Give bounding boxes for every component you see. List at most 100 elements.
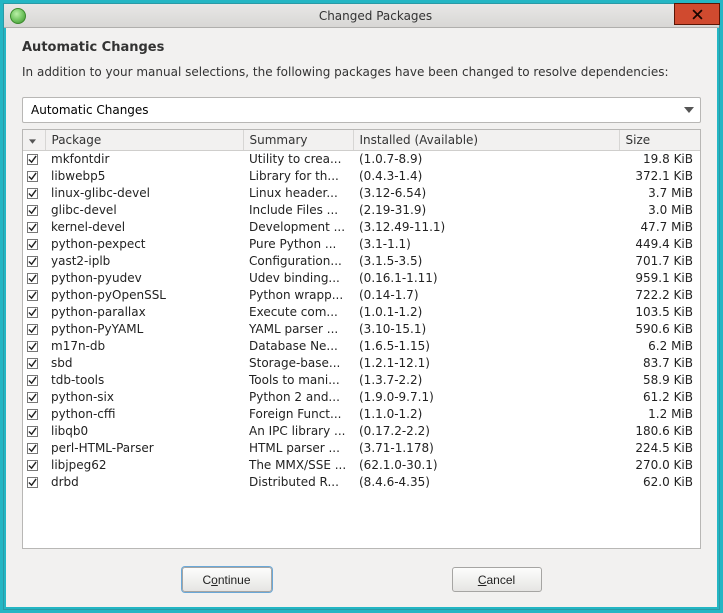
table-row[interactable]: perl-HTML-ParserHTML parser ...(3.71-1.1… xyxy=(23,440,701,457)
col-summary[interactable]: Summary xyxy=(243,130,353,151)
table-row[interactable]: sbdStorage-base...(1.2.1-12.1)83.7 KiB xyxy=(23,355,701,372)
table-row[interactable]: tdb-toolsTools to mani...(1.3.7-2.2)58.9… xyxy=(23,372,701,389)
table-row[interactable]: linux-glibc-develLinux header...(3.12-6.… xyxy=(23,185,701,202)
cell-summary: Development ... xyxy=(243,219,353,236)
row-checkbox[interactable] xyxy=(23,338,45,355)
cancel-button[interactable]: Cancel xyxy=(452,567,542,592)
table-row[interactable]: python-pexpectPure Python ...(3.1-1.1)44… xyxy=(23,236,701,253)
cell-summary: Linux header... xyxy=(243,185,353,202)
table-row[interactable]: libqb0An IPC library ...(0.17.2-2.2)180.… xyxy=(23,423,701,440)
row-checkbox[interactable] xyxy=(23,202,45,219)
cell-package: perl-HTML-Parser xyxy=(45,440,243,457)
cell-size: 62.0 KiB xyxy=(619,474,701,491)
table-row[interactable]: m17n-dbDatabase Ne...(1.6.5-1.15)6.2 MiB xyxy=(23,338,701,355)
close-button[interactable] xyxy=(674,3,720,25)
section-description: In addition to your manual selections, t… xyxy=(22,65,701,79)
row-checkbox[interactable] xyxy=(23,321,45,338)
cell-package: python-pexpect xyxy=(45,236,243,253)
cell-summary: An IPC library ... xyxy=(243,423,353,440)
cell-installed: (1.3.7-2.2) xyxy=(353,372,619,389)
row-checkbox[interactable] xyxy=(23,389,45,406)
row-checkbox[interactable] xyxy=(23,355,45,372)
cell-size: 19.8 KiB xyxy=(619,151,701,168)
checkbox-icon xyxy=(27,477,38,488)
cell-size: 83.7 KiB xyxy=(619,355,701,372)
row-checkbox[interactable] xyxy=(23,304,45,321)
cell-installed: (1.0.7-8.9) xyxy=(353,151,619,168)
section-heading: Automatic Changes xyxy=(22,40,701,55)
table-row[interactable]: libwebp5Library for th...(0.4.3-1.4)372.… xyxy=(23,168,701,185)
row-checkbox[interactable] xyxy=(23,219,45,236)
cell-installed: (1.2.1-12.1) xyxy=(353,355,619,372)
checkbox-icon xyxy=(27,307,38,318)
cell-installed: (3.10-15.1) xyxy=(353,321,619,338)
row-checkbox[interactable] xyxy=(23,151,45,168)
row-checkbox[interactable] xyxy=(23,372,45,389)
table-row[interactable]: python-pyudevUdev binding...(0.16.1-1.11… xyxy=(23,270,701,287)
row-checkbox[interactable] xyxy=(23,457,45,474)
cell-size: 6.2 MiB xyxy=(619,338,701,355)
row-checkbox[interactable] xyxy=(23,287,45,304)
table-row[interactable]: python-parallaxExecute com...(1.0.1-1.2)… xyxy=(23,304,701,321)
cell-package: drbd xyxy=(45,474,243,491)
row-checkbox[interactable] xyxy=(23,253,45,270)
titlebar[interactable]: Changed Packages xyxy=(4,4,719,28)
cell-summary: HTML parser ... xyxy=(243,440,353,457)
table-row[interactable]: glibc-develInclude Files ...(2.19-31.9)3… xyxy=(23,202,701,219)
table-row[interactable]: drbdDistributed R...(8.4.6-4.35)62.0 KiB xyxy=(23,474,701,491)
row-checkbox[interactable] xyxy=(23,270,45,287)
cell-installed: (3.12.49-11.1) xyxy=(353,219,619,236)
row-checkbox[interactable] xyxy=(23,423,45,440)
checkbox-icon xyxy=(27,358,38,369)
cell-size: 47.7 MiB xyxy=(619,219,701,236)
table-row[interactable]: yast2-iplbConfiguration...(3.1.5-3.5)701… xyxy=(23,253,701,270)
col-installed[interactable]: Installed (Available) xyxy=(353,130,619,151)
row-checkbox[interactable] xyxy=(23,168,45,185)
continue-button[interactable]: Continue xyxy=(182,567,272,592)
table-row[interactable]: python-sixPython 2 and...(1.9.0-9.7.1)61… xyxy=(23,389,701,406)
row-checkbox[interactable] xyxy=(23,236,45,253)
cell-size: 224.5 KiB xyxy=(619,440,701,457)
col-package[interactable]: Package xyxy=(45,130,243,151)
cell-size: 58.9 KiB xyxy=(619,372,701,389)
cell-summary: Python wrapp... xyxy=(243,287,353,304)
table-row[interactable]: kernel-develDevelopment ...(3.12.49-11.1… xyxy=(23,219,701,236)
table-row[interactable]: python-pyOpenSSLPython wrapp...(0.14-1.7… xyxy=(23,287,701,304)
cell-package: python-six xyxy=(45,389,243,406)
cell-size: 372.1 KiB xyxy=(619,168,701,185)
cell-package: python-parallax xyxy=(45,304,243,321)
cell-package: python-cffi xyxy=(45,406,243,423)
dialog-window: Changed Packages Automatic Changes In ad… xyxy=(3,3,720,610)
checkbox-icon xyxy=(27,375,38,386)
table-row[interactable]: libjpeg62The MMX/SSE ...(62.1.0-30.1)270… xyxy=(23,457,701,474)
button-bar: Continue Cancel xyxy=(22,567,701,592)
cell-summary: YAML parser ... xyxy=(243,321,353,338)
filter-combo[interactable]: Automatic Changes xyxy=(22,97,701,123)
cell-installed: (0.4.3-1.4) xyxy=(353,168,619,185)
cell-installed: (3.12-6.54) xyxy=(353,185,619,202)
app-icon xyxy=(10,8,26,24)
cell-package: m17n-db xyxy=(45,338,243,355)
cell-size: 180.6 KiB xyxy=(619,423,701,440)
table-header: Package Summary Installed (Available) Si… xyxy=(23,130,701,151)
col-checkbox[interactable] xyxy=(23,130,45,151)
packages-table: Package Summary Installed (Available) Si… xyxy=(22,129,701,549)
cell-summary: Foreign Funct... xyxy=(243,406,353,423)
cell-installed: (0.16.1-1.11) xyxy=(353,270,619,287)
checkbox-icon xyxy=(27,443,38,454)
table-row[interactable]: mkfontdirUtility to crea...(1.0.7-8.9)19… xyxy=(23,151,701,168)
cell-summary: Distributed R... xyxy=(243,474,353,491)
table-row[interactable]: python-cffiForeign Funct...(1.1.0-1.2)1.… xyxy=(23,406,701,423)
checkbox-icon xyxy=(27,205,38,216)
col-size[interactable]: Size xyxy=(619,130,701,151)
cell-size: 590.6 KiB xyxy=(619,321,701,338)
table-body: mkfontdirUtility to crea...(1.0.7-8.9)19… xyxy=(23,151,701,491)
row-checkbox[interactable] xyxy=(23,474,45,491)
cell-package: tdb-tools xyxy=(45,372,243,389)
cell-summary: Configuration... xyxy=(243,253,353,270)
sort-indicator-icon xyxy=(29,139,36,144)
row-checkbox[interactable] xyxy=(23,406,45,423)
row-checkbox[interactable] xyxy=(23,440,45,457)
table-row[interactable]: python-PyYAMLYAML parser ...(3.10-15.1)5… xyxy=(23,321,701,338)
row-checkbox[interactable] xyxy=(23,185,45,202)
